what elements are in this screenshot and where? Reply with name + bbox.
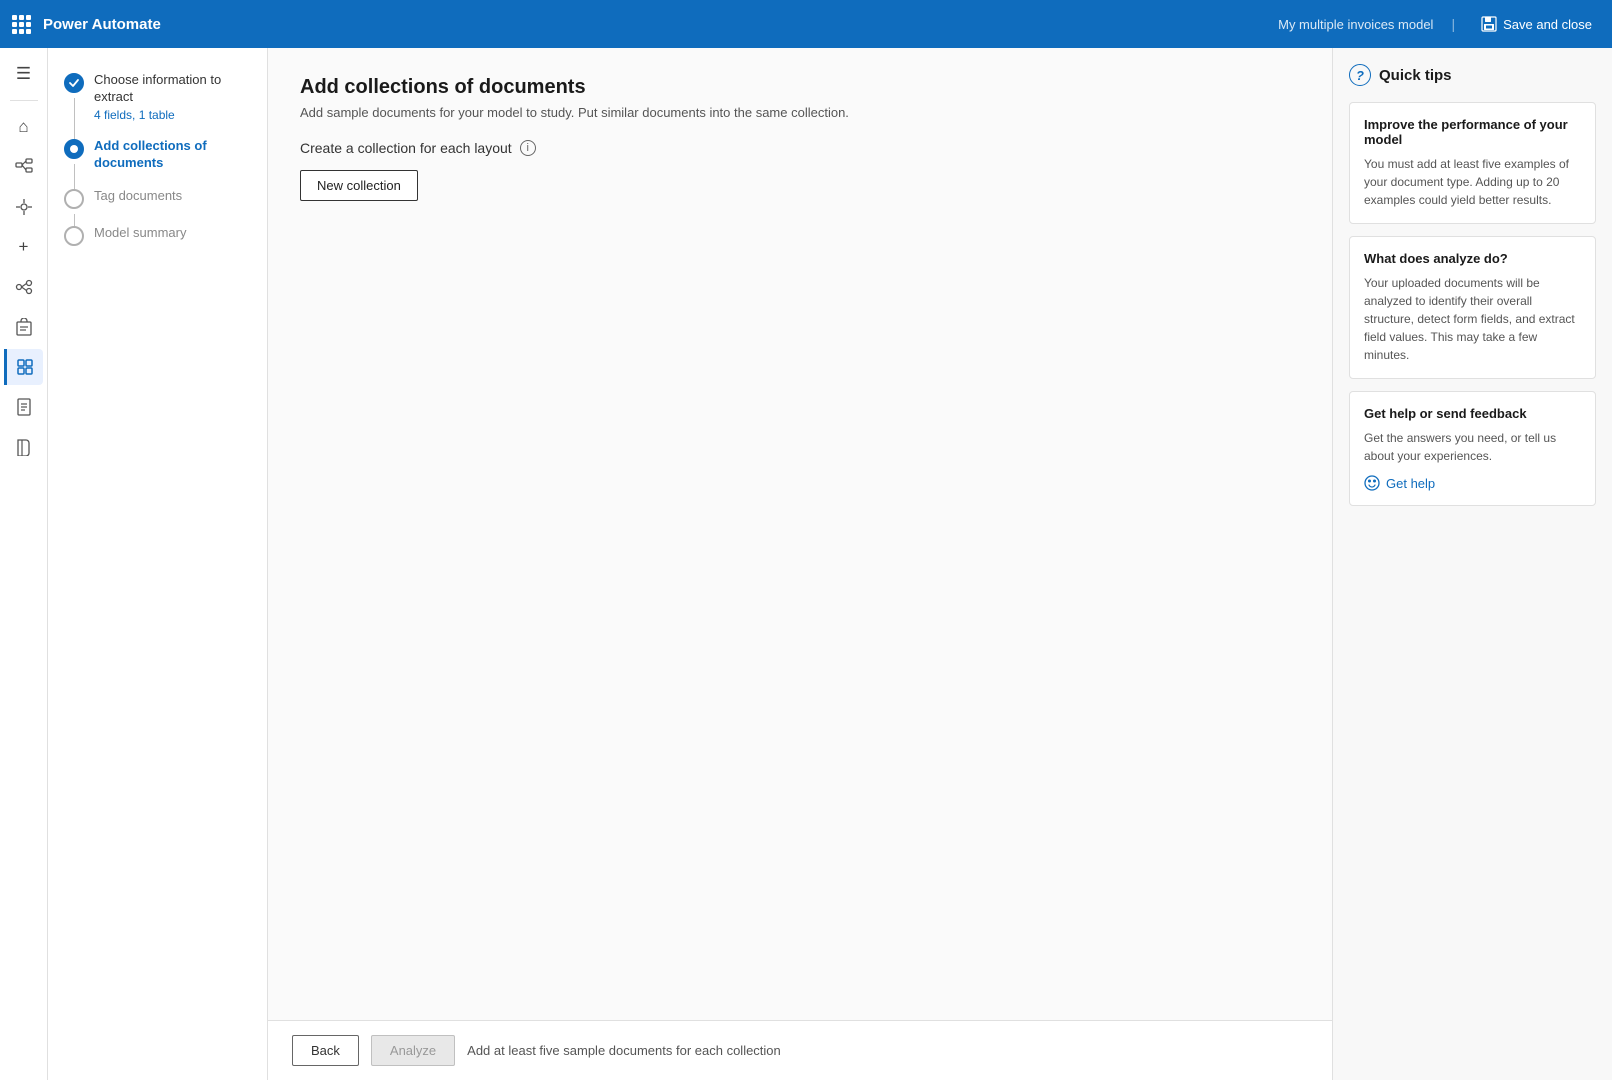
nav-plus-icon[interactable]: + <box>6 229 42 265</box>
collection-header: Create a collection for each layout i <box>300 140 1300 156</box>
nav-flows-icon[interactable] <box>6 149 42 185</box>
step-1-label: Choose information to extract <box>94 72 251 106</box>
main-content: Add collections of documents Add sample … <box>268 48 1332 1080</box>
page-subtitle: Add sample documents for your model to s… <box>300 105 1300 120</box>
nav-divider-1 <box>10 100 38 101</box>
step-4-label: Model summary <box>94 225 251 242</box>
nav-ai-builder-icon[interactable] <box>4 349 43 385</box>
quick-tips-panel: ? Quick tips Improve the performance of … <box>1332 48 1612 1080</box>
step-3-label: Tag documents <box>94 188 251 205</box>
question-icon: ? <box>1349 64 1371 86</box>
step-circle-3 <box>64 189 84 209</box>
bottom-hint: Add at least five sample documents for e… <box>467 1043 781 1058</box>
bottom-bar: Back Analyze Add at least five sample do… <box>268 1020 1332 1080</box>
nav-book-icon[interactable] <box>6 429 42 465</box>
nav-menu-icon[interactable]: ☰ <box>6 56 42 92</box>
save-icon <box>1481 16 1497 32</box>
nav-ai-icon[interactable] <box>6 189 42 225</box>
step-circle-2 <box>64 139 84 159</box>
page-title: Add collections of documents <box>300 76 1300 99</box>
tip-card-1-body: You must add at least five examples of y… <box>1364 155 1581 209</box>
tip-card-2-body: Your uploaded documents will be analyzed… <box>1364 274 1581 364</box>
save-close-button[interactable]: Save and close <box>1473 12 1600 36</box>
tip-card-1-title: Improve the performance of your model <box>1364 117 1581 147</box>
step-circle-1 <box>64 73 84 93</box>
step-model-summary[interactable]: Model summary <box>60 217 255 254</box>
analyze-button: Analyze <box>371 1035 455 1066</box>
save-close-label: Save and close <box>1503 17 1592 32</box>
info-icon[interactable]: i <box>520 140 536 156</box>
model-name-label: My multiple invoices model <box>1278 17 1433 32</box>
tip-card-3-title: Get help or send feedback <box>1364 406 1581 421</box>
step-add-collections[interactable]: Add collections of documents <box>60 130 255 180</box>
tip-card-3-body: Get the answers you need, or tell us abo… <box>1364 429 1581 465</box>
topbar-separator: | <box>1451 16 1455 32</box>
collection-header-label: Create a collection for each layout <box>300 140 512 156</box>
tip-card-2: What does analyze do? Your uploaded docu… <box>1349 236 1596 379</box>
nav-home-icon[interactable]: ⌂ <box>6 109 42 145</box>
tip-card-1: Improve the performance of your model Yo… <box>1349 102 1596 224</box>
step-circle-4 <box>64 226 84 246</box>
topbar: Power Automate My multiple invoices mode… <box>0 0 1612 48</box>
quick-tips-header: ? Quick tips <box>1349 64 1596 86</box>
step-tag-documents[interactable]: Tag documents <box>60 180 255 217</box>
content-area: Add collections of documents Add sample … <box>268 48 1332 1020</box>
step-choose-info[interactable]: Choose information to extract 4 fields, … <box>60 64 255 130</box>
new-collection-button[interactable]: New collection <box>300 170 418 201</box>
tip-card-3: Get help or send feedback Get the answer… <box>1349 391 1596 506</box>
step-1-sub: 4 fields, 1 table <box>94 108 251 122</box>
app-grid-icon[interactable] <box>12 15 31 34</box>
step-2-label: Add collections of documents <box>94 138 251 172</box>
nav-document-icon[interactable] <box>6 389 42 425</box>
back-button[interactable]: Back <box>292 1035 359 1066</box>
app-title: Power Automate <box>43 16 161 33</box>
left-nav: ☰ ⌂ + <box>0 48 48 1080</box>
steps-sidebar: Choose information to extract 4 fields, … <box>48 48 268 1080</box>
get-help-link[interactable]: Get help <box>1364 475 1581 491</box>
nav-clipboard-icon[interactable] <box>6 309 42 345</box>
nav-connections-icon[interactable] <box>6 269 42 305</box>
get-help-label: Get help <box>1386 476 1435 491</box>
tip-card-2-title: What does analyze do? <box>1364 251 1581 266</box>
quick-tips-title: Quick tips <box>1379 67 1452 84</box>
get-help-icon <box>1364 475 1380 491</box>
